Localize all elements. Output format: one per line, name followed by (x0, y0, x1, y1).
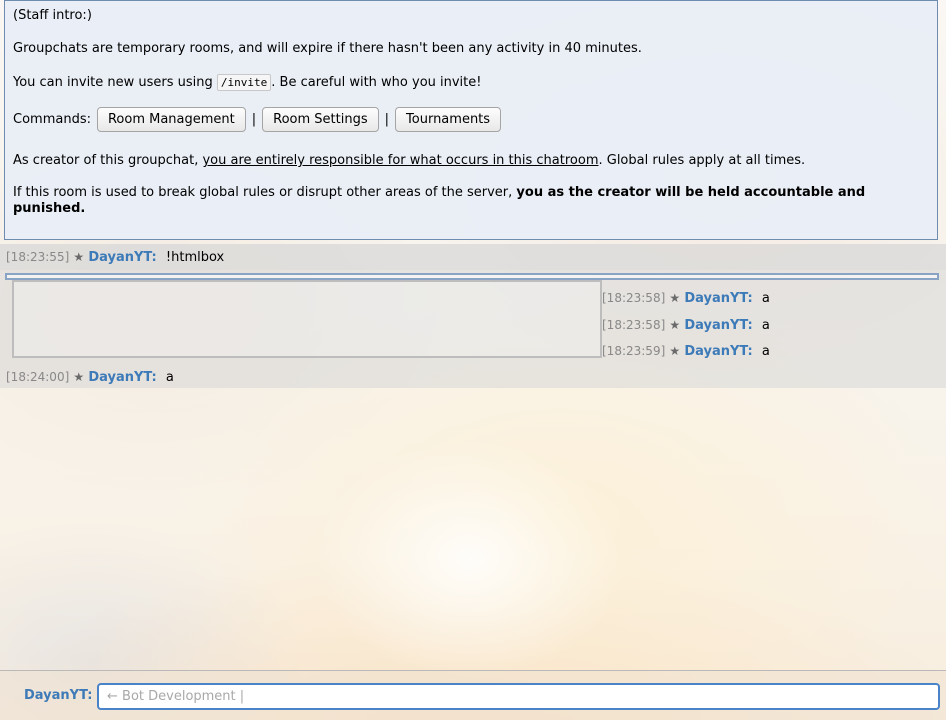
htmlbox-frame (12, 280, 602, 358)
invite-notice: You can invite new users using /invite. … (13, 74, 482, 91)
star-icon: ★ (73, 250, 85, 264)
room-settings-button[interactable]: Room Settings (262, 107, 379, 132)
message-username[interactable]: DayanYT: (88, 250, 156, 265)
responsibility-text: As creator of this groupchat, (13, 153, 203, 168)
chat-message: [18:23:59] ★ DayanYT: a (596, 338, 770, 364)
star-icon: ★ (73, 370, 85, 384)
chat-message: [18:23:55] ★ DayanYT: !htmlbox (0, 244, 946, 270)
message-composer: DayanYT: (0, 670, 946, 720)
commands-row: Commands: Room Management | Room Setting… (13, 107, 502, 132)
message-timestamp: [18:23:58] (602, 291, 666, 305)
message-text: a (165, 370, 174, 385)
invite-notice-text-end: . Be careful with who you invite! (271, 75, 482, 90)
star-icon: ★ (669, 291, 681, 305)
star-icon: ★ (669, 344, 681, 358)
chat-message: [18:23:58] ★ DayanYT: a (596, 285, 770, 311)
invite-command-code: /invite (216, 74, 272, 91)
message-text: a (761, 344, 770, 359)
separator: | (251, 111, 257, 127)
chat-message: [18:24:00] ★ DayanYT: a (0, 364, 174, 390)
message-username[interactable]: DayanYT: (684, 291, 752, 306)
message-username[interactable]: DayanYT: (88, 370, 156, 385)
responsibility-text-end: . Global rules apply at all times. (598, 153, 806, 168)
responsibility-underlined: you are entirely responsible for what oc… (202, 153, 599, 168)
message-text: a (761, 318, 770, 333)
message-text: !htmlbox (165, 250, 225, 265)
accountability-notice: If this room is used to break global rul… (13, 185, 913, 217)
message-timestamp: [18:24:00] (6, 370, 70, 384)
message-username[interactable]: DayanYT: (684, 344, 752, 359)
accountability-period: . (80, 201, 86, 216)
chat-log: (Staff intro:) Groupchats are temporary … (0, 0, 946, 670)
message-timestamp: [18:23:55] (6, 250, 70, 264)
invite-notice-text: You can invite new users using (13, 75, 217, 90)
message-text: a (761, 291, 770, 306)
star-icon: ★ (669, 318, 681, 332)
responsibility-notice: As creator of this groupchat, you are en… (13, 153, 805, 169)
message-timestamp: [18:23:58] (602, 318, 666, 332)
htmlbox-header-bar (5, 273, 939, 280)
message-timestamp: [18:23:59] (602, 344, 666, 358)
message-username[interactable]: DayanYT: (684, 318, 752, 333)
chat-message: [18:23:58] ★ DayanYT: a (596, 312, 770, 338)
staff-intro-box: (Staff intro:) Groupchats are temporary … (4, 0, 938, 240)
expiry-notice: Groupchats are temporary rooms, and will… (13, 41, 642, 56)
staff-intro-heading: (Staff intro:) (13, 8, 92, 23)
htmlbox-message: [18:23:58] ★ DayanYT: a [18:23:58] ★ Day… (0, 270, 946, 388)
tournaments-button[interactable]: Tournaments (395, 107, 502, 132)
separator: | (384, 111, 390, 127)
message-input[interactable] (97, 683, 940, 710)
commands-label: Commands: (13, 111, 91, 127)
composer-username[interactable]: DayanYT: (24, 688, 92, 703)
room-management-button[interactable]: Room Management (96, 107, 246, 132)
accountability-text: If this room is used to break global rul… (13, 185, 517, 200)
